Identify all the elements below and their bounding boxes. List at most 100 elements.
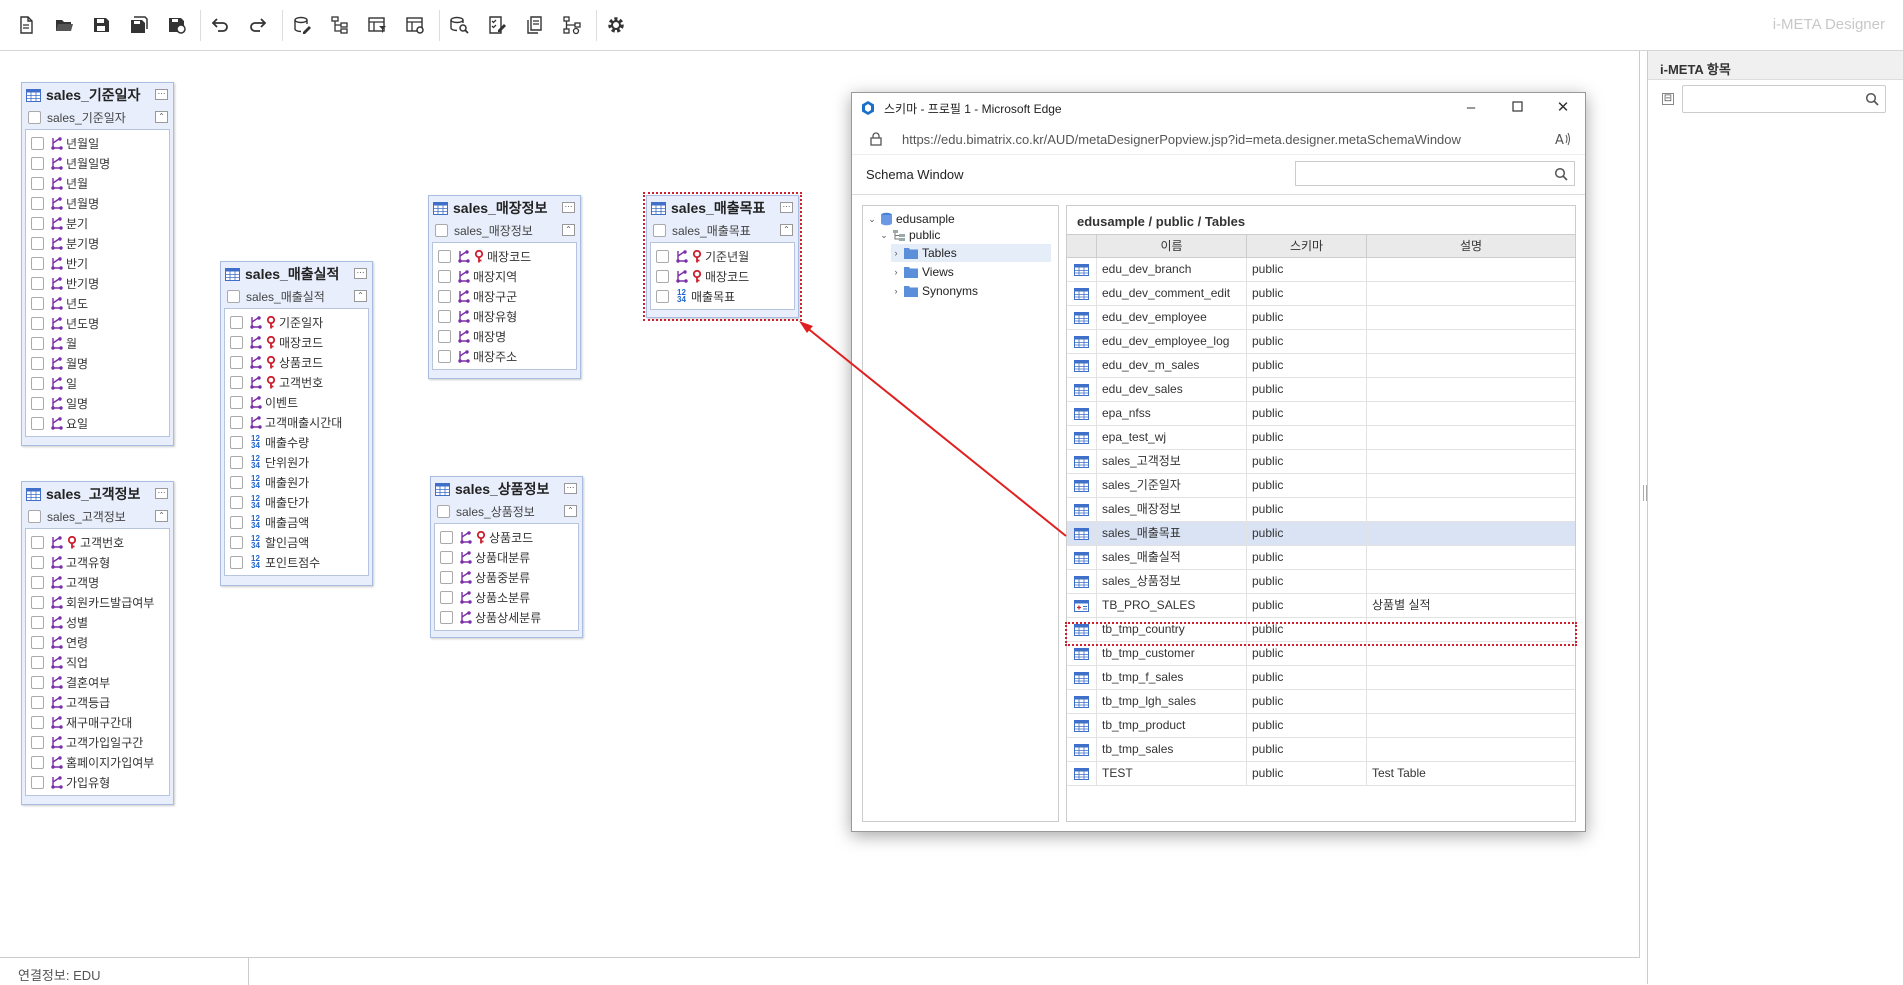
column-item[interactable]: 결혼여부 xyxy=(26,672,169,692)
column-checkbox[interactable] xyxy=(31,236,44,250)
column-item[interactable]: 매장유형 xyxy=(433,306,576,326)
column-item[interactable]: 회원카드발급여부 xyxy=(26,592,169,612)
column-item[interactable]: 반기 xyxy=(26,253,169,273)
maximize-button[interactable] xyxy=(1507,99,1527,117)
column-item[interactable]: 요일 xyxy=(26,413,169,433)
column-item[interactable]: 매장지역 xyxy=(433,266,576,286)
column-checkbox[interactable] xyxy=(31,655,44,669)
column-item[interactable]: 년월 xyxy=(26,173,169,193)
column-checkbox[interactable] xyxy=(31,535,44,549)
column-checkbox[interactable] xyxy=(31,555,44,569)
column-item[interactable]: 고객유형 xyxy=(26,552,169,572)
column-item[interactable]: 12 34 매출수량 xyxy=(225,432,368,452)
column-checkbox[interactable] xyxy=(31,256,44,270)
column-item[interactable]: 상품코드 xyxy=(225,352,368,372)
column-checkbox[interactable] xyxy=(230,515,243,529)
save-as-icon[interactable] xyxy=(164,12,190,38)
column-item[interactable]: 홈페이지가입여부 xyxy=(26,752,169,772)
column-checkbox[interactable] xyxy=(230,415,243,429)
column-item[interactable]: 고객번호 xyxy=(225,372,368,392)
column-checkbox[interactable] xyxy=(31,296,44,310)
column-item[interactable]: 상품중분류 xyxy=(435,567,578,587)
table-row[interactable]: edu_dev_comment_edit public xyxy=(1067,281,1575,306)
column-item[interactable]: 12 34 포인트점수 xyxy=(225,552,368,572)
column-item[interactable]: 일 xyxy=(26,373,169,393)
column-checkbox[interactable] xyxy=(230,455,243,469)
column-item[interactable]: 매장구군 xyxy=(433,286,576,306)
column-checkbox[interactable] xyxy=(438,249,451,263)
column-item[interactable]: 반기명 xyxy=(26,273,169,293)
minimize-button[interactable]: – xyxy=(1461,99,1481,117)
table-filter-icon[interactable] xyxy=(364,12,390,38)
column-checkbox[interactable] xyxy=(440,610,453,624)
table-settings-icon[interactable] xyxy=(402,12,428,38)
column-checkbox[interactable] xyxy=(31,715,44,729)
column-checkbox[interactable] xyxy=(31,615,44,629)
column-item[interactable]: 매장명 xyxy=(433,326,576,346)
db-edit-icon[interactable] xyxy=(289,12,315,38)
search-icon[interactable] xyxy=(1865,92,1879,106)
column-checkbox[interactable] xyxy=(230,495,243,509)
table-row[interactable]: TEST public Test Table xyxy=(1067,761,1575,786)
column-checkbox[interactable] xyxy=(31,136,44,150)
column-item[interactable]: 12 34 매출금액 xyxy=(225,512,368,532)
table-row[interactable]: sales_기준일자 public xyxy=(1067,473,1575,498)
table-card-header[interactable]: sales_상품정보 ⋯ xyxy=(431,477,582,501)
table-select-checkbox[interactable] xyxy=(28,509,41,523)
column-checkbox[interactable] xyxy=(31,755,44,769)
column-item[interactable]: 이벤트 xyxy=(225,392,368,412)
column-checkbox[interactable] xyxy=(31,695,44,709)
table-row[interactable]: tb_tmp_lgh_sales public xyxy=(1067,689,1575,714)
table-row[interactable]: edu_dev_sales public xyxy=(1067,377,1575,402)
column-checkbox[interactable] xyxy=(31,595,44,609)
column-checkbox[interactable] xyxy=(438,329,451,343)
column-checkbox[interactable] xyxy=(31,396,44,410)
column-checkbox[interactable] xyxy=(656,249,669,263)
address-bar[interactable]: https://edu.bimatrix.co.kr/AUD/metaDesig… xyxy=(852,123,1585,155)
table-card-header[interactable]: sales_매장정보 ⋯ xyxy=(429,196,580,220)
column-checkbox[interactable] xyxy=(31,356,44,370)
column-checkbox[interactable] xyxy=(31,336,44,350)
tree-node-tables[interactable]: › Tables xyxy=(891,244,1051,262)
hierarchy-icon[interactable] xyxy=(559,12,585,38)
schema-search-input[interactable] xyxy=(1295,161,1575,186)
table-row[interactable]: tb_tmp_f_sales public xyxy=(1067,665,1575,690)
column-checkbox[interactable] xyxy=(31,276,44,290)
read-aloud-icon[interactable]: A xyxy=(1555,132,1571,146)
column-checkbox[interactable] xyxy=(31,635,44,649)
column-item[interactable]: 년도명 xyxy=(26,313,169,333)
table-card[interactable]: sales_고객정보 ⋯ sales_고객정보 ⌃ 고객번호 고객유형 고객명 회원카드발급여… xyxy=(21,481,174,805)
column-checkbox[interactable] xyxy=(31,675,44,689)
item-search-input[interactable] xyxy=(1682,85,1886,113)
table-select-checkbox[interactable] xyxy=(28,110,41,124)
column-item[interactable]: 매장주소 xyxy=(433,346,576,366)
table-card[interactable]: sales_매출실적 ⋯ sales_매출실적 ⌃ 기준일자 매장코드 상품코드 고객번호 이벤… xyxy=(220,261,373,586)
table-row[interactable]: sales_고객정보 public xyxy=(1067,449,1575,474)
table-menu-icon[interactable]: ⋯ xyxy=(562,202,575,213)
column-checkbox[interactable] xyxy=(440,590,453,604)
table-select-checkbox[interactable] xyxy=(435,223,448,237)
column-item[interactable]: 12 34 매출원가 xyxy=(225,472,368,492)
db-search-icon[interactable] xyxy=(446,12,472,38)
search-icon[interactable] xyxy=(1554,167,1568,181)
tree-structure-icon[interactable] xyxy=(327,12,353,38)
collapse-up-icon[interactable]: ⌃ xyxy=(780,224,793,236)
table-menu-icon[interactable]: ⋯ xyxy=(780,202,793,213)
column-checkbox[interactable] xyxy=(230,355,243,369)
column-item[interactable]: 12 34 단위원가 xyxy=(225,452,368,472)
column-item[interactable]: 월 xyxy=(26,333,169,353)
column-checkbox[interactable] xyxy=(31,176,44,190)
column-checkbox[interactable] xyxy=(440,570,453,584)
tree-node-views[interactable]: › Views xyxy=(891,263,954,281)
column-checkbox[interactable] xyxy=(31,156,44,170)
table-card[interactable]: sales_매출목표 ⋯ sales_매출목표 ⌃ 기준년월 매장코드 12 34 매출목표 xyxy=(643,192,802,321)
column-checkbox[interactable] xyxy=(230,435,243,449)
column-item[interactable]: 년월일명 xyxy=(26,153,169,173)
table-row[interactable]: tb_tmp_product public xyxy=(1067,713,1575,738)
table-row[interactable]: tb_tmp_sales public xyxy=(1067,737,1575,762)
column-item[interactable]: 고객등급 xyxy=(26,692,169,712)
column-item[interactable]: 가입유형 xyxy=(26,772,169,792)
grid-header-name[interactable]: 이름 xyxy=(1097,235,1247,257)
redo-icon[interactable] xyxy=(245,12,271,38)
column-item[interactable]: 12 34 매출목표 xyxy=(651,286,794,306)
